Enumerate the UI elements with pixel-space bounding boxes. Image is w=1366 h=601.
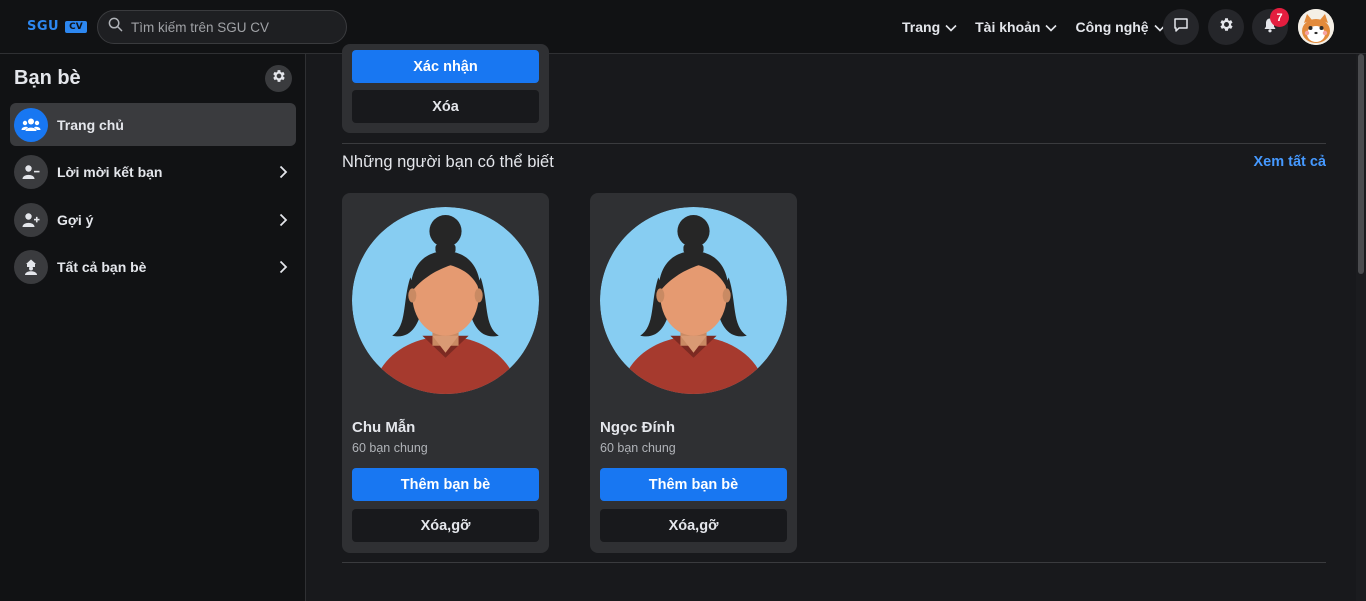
sidebar-title: Bạn bè (14, 67, 81, 89)
chevron-right-icon (279, 213, 288, 227)
gear-icon (271, 68, 287, 89)
sidebar-item-home[interactable]: Trang chủ (10, 103, 296, 146)
user-minus-icon (14, 154, 48, 189)
nav-menus: Trang Tài khoản Công nghệ (902, 0, 1166, 54)
remove-button[interactable]: Xóa,gỡ (352, 509, 539, 542)
chevron-right-icon (279, 260, 288, 274)
sidebar: Bạn bè Trang chủ Lời mời kết bạn Gợi ý T… (0, 54, 306, 601)
add-friend-button[interactable]: Thêm bạn bè (600, 468, 787, 501)
sidebar-item-label: Tất cả bạn bè (57, 258, 147, 275)
page-scrollbar[interactable] (1356, 54, 1366, 601)
search-icon (108, 17, 123, 37)
sidebar-item-all-friends[interactable]: Tất cả bạn bè (10, 245, 296, 288)
logo-badge: CV (65, 20, 87, 33)
friends-icon (14, 107, 48, 142)
sidebar-settings-button[interactable] (265, 65, 292, 92)
chevron-down-icon (1045, 19, 1058, 35)
add-friend-button[interactable]: Thêm bạn bè (352, 468, 539, 501)
menu-label: Công nghệ (1075, 19, 1149, 35)
logo-text: SGU (27, 19, 60, 34)
search-input[interactable] (131, 19, 341, 35)
logo[interactable]: SGU CV (27, 19, 87, 34)
chat-icon (1173, 17, 1189, 38)
sidebar-item-label: Gợi ý (57, 211, 94, 228)
delete-button[interactable]: Xóa (352, 90, 539, 123)
suggestions-title: Những người bạn có thể biết (342, 153, 554, 171)
user-plus-icon (14, 202, 48, 237)
messenger-button[interactable] (1163, 9, 1199, 45)
settings-button[interactable] (1208, 9, 1244, 45)
user-avatar[interactable] (1298, 9, 1334, 45)
menu-label: Tài khoản (975, 19, 1041, 35)
gear-icon (1218, 16, 1235, 38)
cat-avatar-icon (1298, 9, 1334, 45)
remove-button[interactable]: Xóa,gỡ (600, 509, 787, 542)
mutual-friends: 60 bạn chung (352, 441, 428, 455)
scrollbar-thumb[interactable] (1358, 54, 1364, 274)
suggestion-card: Ngọc Đính 60 bạn chung Thêm bạn bè Xóa,g… (590, 193, 797, 553)
profile-picture[interactable] (600, 207, 787, 394)
section-divider (342, 143, 1326, 144)
sidebar-item-suggestions[interactable]: Gợi ý (10, 198, 296, 241)
menu-trang[interactable]: Trang (902, 19, 957, 35)
all-friends-icon (14, 249, 48, 284)
see-all-link[interactable]: Xem tất cả (1253, 154, 1326, 170)
confirm-button[interactable]: Xác nhận (352, 50, 539, 83)
main-content: Xác nhận Xóa Những người bạn có thể biết… (306, 44, 1356, 601)
sidebar-item-label: Trang chủ (57, 116, 124, 133)
mutual-friends: 60 bạn chung (600, 441, 676, 455)
friend-request-card: Xác nhận Xóa (342, 44, 549, 133)
notification-badge: 7 (1270, 8, 1289, 27)
person-name[interactable]: Chu Mẫn (352, 419, 415, 436)
menu-cong-nghe[interactable]: Công nghệ (1075, 19, 1166, 35)
chevron-right-icon (279, 165, 288, 179)
suggestion-card: Chu Mẫn 60 bạn chung Thêm bạn bè Xóa,gỡ (342, 193, 549, 553)
section-divider (342, 562, 1326, 563)
menu-tai-khoan[interactable]: Tài khoản (975, 19, 1058, 35)
menu-label: Trang (902, 19, 941, 35)
sidebar-item-label: Lời mời kết bạn (57, 163, 163, 180)
profile-picture[interactable] (352, 207, 539, 394)
sidebar-item-friend-requests[interactable]: Lời mời kết bạn (10, 150, 296, 193)
top-navbar: SGU CV Trang Tài khoản Công nghệ (0, 0, 1366, 54)
search-box[interactable] (97, 10, 347, 44)
person-name[interactable]: Ngọc Đính (600, 419, 675, 436)
chevron-down-icon (945, 19, 957, 35)
